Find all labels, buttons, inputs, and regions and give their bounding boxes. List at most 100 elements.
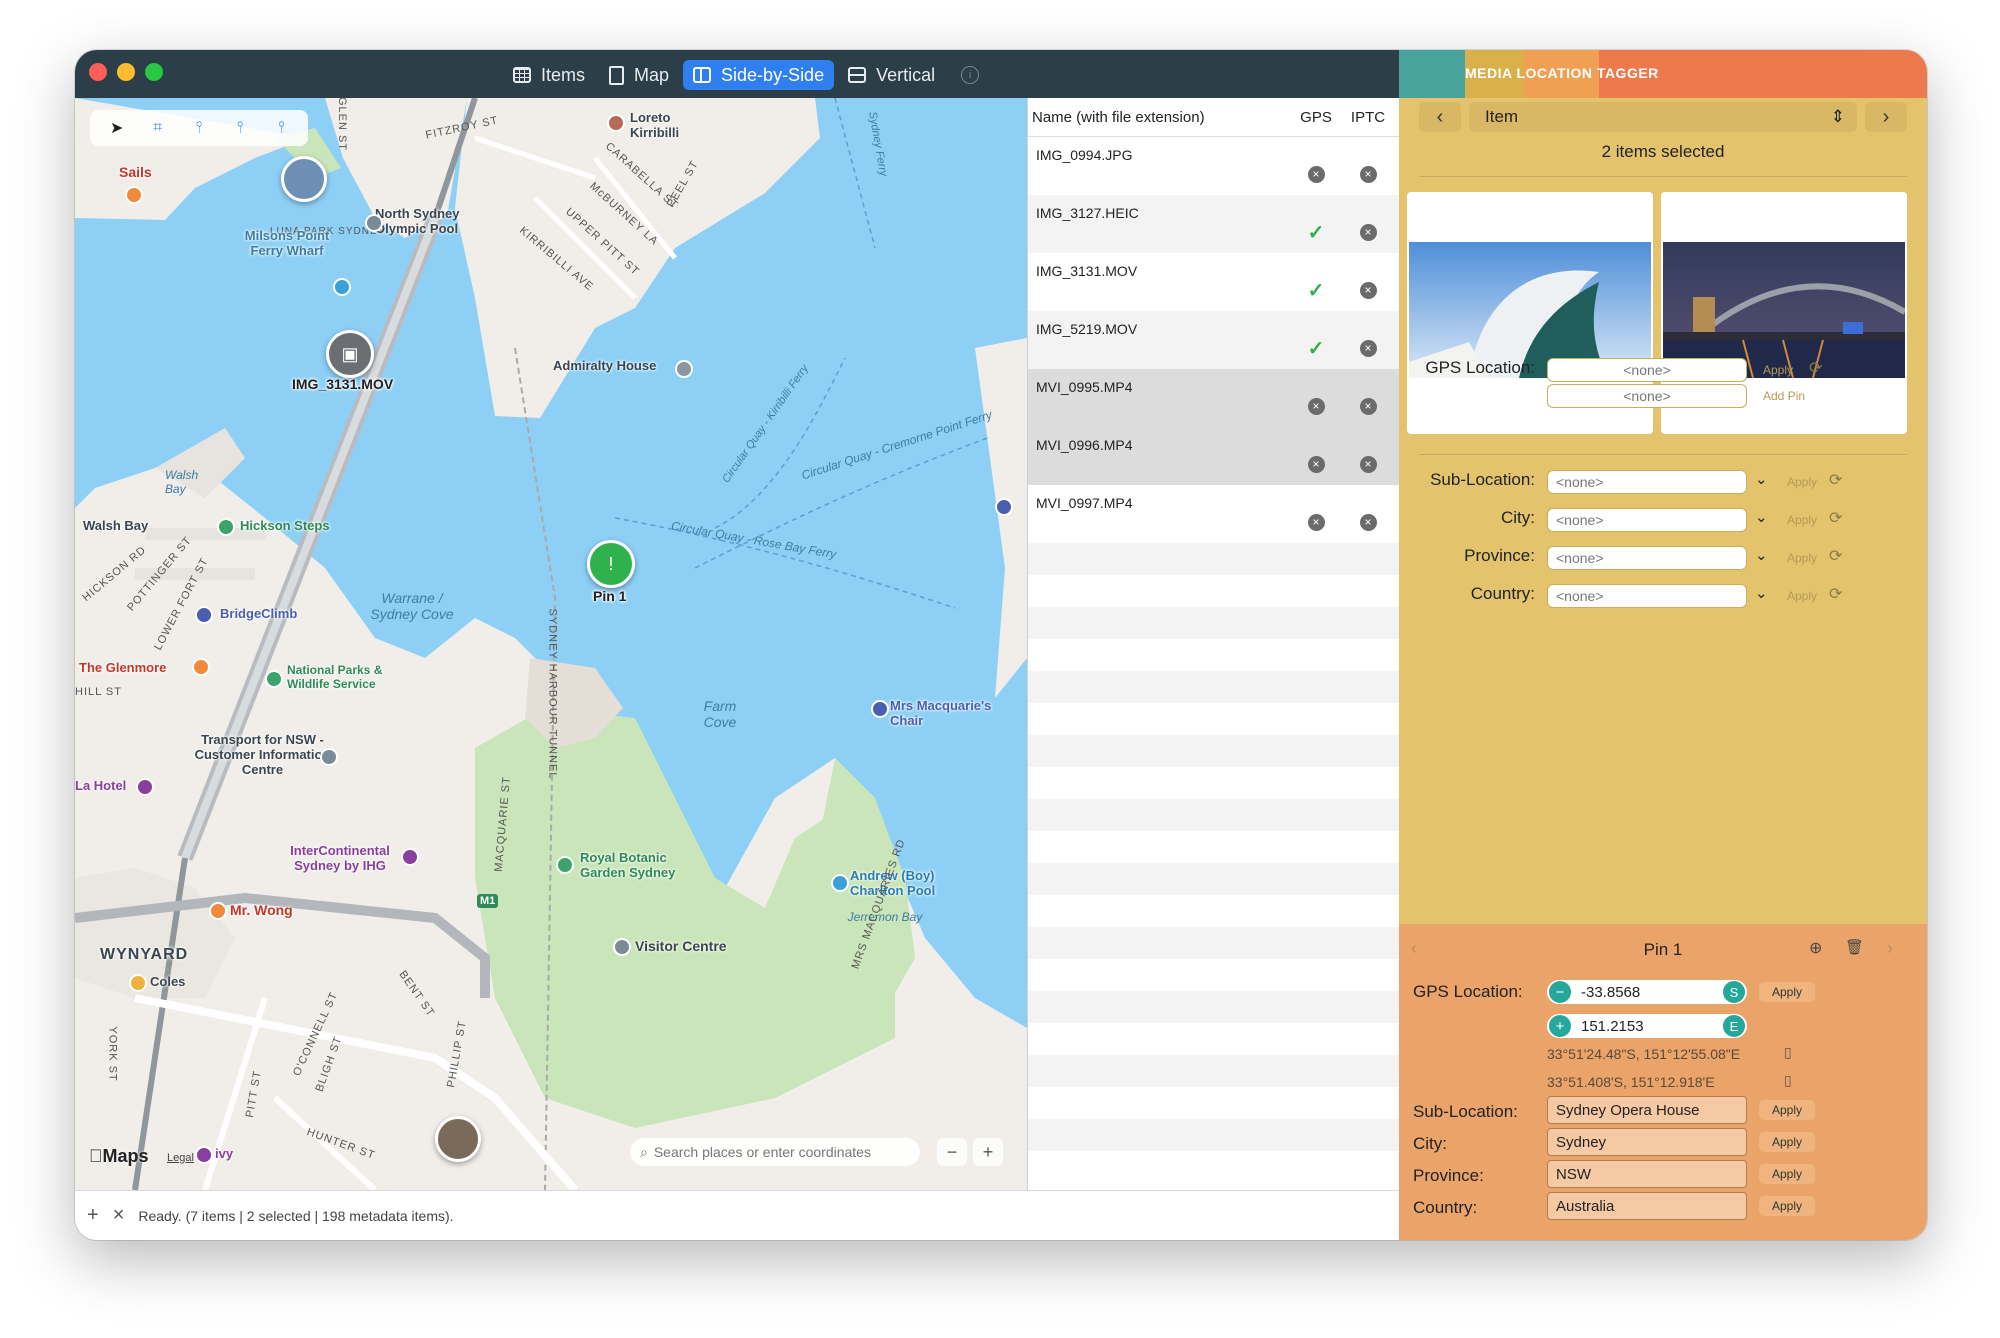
pin-city-apply-button[interactable]: Apply <box>1759 1132 1815 1152</box>
bar-poi-icon[interactable] <box>192 658 210 676</box>
refresh-icon[interactable]: ⟳ <box>1829 470 1842 490</box>
table-row[interactable]: IMG_3127.HEIC ✓ × <box>1028 195 1400 253</box>
star-poi-icon[interactable] <box>995 498 1013 516</box>
file-name-cell: MVI_0995.MP4 <box>1036 379 1133 395</box>
next-pin-chevron-icon[interactable]: › <box>1887 938 1893 959</box>
province-apply-button[interactable]: Apply <box>1787 548 1817 568</box>
refresh-icon[interactable]: ⟳ <box>1809 358 1822 378</box>
zoom-out-button[interactable]: − <box>937 1138 967 1166</box>
ferry-poi-icon[interactable] <box>333 278 351 296</box>
move-pin-tool-icon[interactable]: ⫯ <box>229 117 251 139</box>
hemisphere-south-badge[interactable]: S <box>1723 981 1745 1003</box>
remove-item-button[interactable]: × <box>113 1204 125 1227</box>
pool-poi-icon[interactable] <box>831 874 849 892</box>
pin-province-field[interactable]: NSW <box>1547 1160 1747 1188</box>
pin-longitude-field[interactable]: + 151.2153 E <box>1547 1014 1747 1038</box>
museum-photo-icon[interactable] <box>435 1116 481 1162</box>
remove-pin-tool-icon[interactable]: ⫯ <box>270 117 292 139</box>
school-poi-icon[interactable] <box>607 114 625 132</box>
table-row[interactable]: MVI_0995.MP4 × × <box>1028 369 1400 427</box>
refresh-icon[interactable]: ⟳ <box>1829 546 1842 566</box>
crop-tool-icon[interactable]: ⌗ <box>147 117 169 139</box>
pin-marker-icon[interactable]: ! <box>587 540 635 588</box>
add-item-button[interactable]: + <box>87 1204 99 1227</box>
chevron-down-icon[interactable]: ⌄ <box>1755 584 1768 602</box>
previous-pin-chevron-icon[interactable]: ‹ <box>1411 938 1417 959</box>
media-marker-photo-icon[interactable]: ▣ <box>326 330 374 378</box>
legal-link[interactable]: Legal <box>167 1152 194 1164</box>
sub-location-apply-button[interactable]: Apply <box>1787 472 1817 492</box>
item-selector[interactable]: Item ⇕ <box>1469 102 1857 132</box>
pin-sub-location-field[interactable]: Sydney Opera House <box>1547 1096 1747 1124</box>
restaurant-poi-icon[interactable] <box>125 186 143 204</box>
hemisphere-east-badge[interactable]: E <box>1723 1015 1745 1037</box>
chevron-down-icon[interactable]: ⌄ <box>1755 546 1768 564</box>
pin-latitude-field[interactable]: − -33.8568 S <box>1547 980 1747 1004</box>
table-row[interactable]: MVI_0997.MP4 × × <box>1028 485 1400 543</box>
clipboard-icon[interactable]: ▯ <box>1784 1044 1792 1061</box>
segment-vertical[interactable]: Vertical <box>838 60 945 90</box>
map-search-field[interactable]: ⌕ Search places or enter coordinates <box>630 1138 920 1166</box>
info-icon[interactable]: i <box>961 66 980 84</box>
column-header-iptc[interactable]: IPTC <box>1342 109 1394 126</box>
hotel-poi-icon[interactable] <box>136 778 154 796</box>
next-item-button[interactable]: › <box>1865 102 1907 132</box>
country-apply-button[interactable]: Apply <box>1787 586 1817 606</box>
pool-poi-icon[interactable] <box>365 214 383 232</box>
table-row[interactable]: IMG_3131.MOV ✓ × <box>1028 253 1400 311</box>
landmark-poi-icon[interactable] <box>675 360 693 378</box>
table-row[interactable]: IMG_0994.JPG × × <box>1028 137 1400 195</box>
chevron-down-icon[interactable]: ⌄ <box>1755 470 1768 488</box>
chevron-down-icon[interactable]: ⌄ <box>1755 508 1768 526</box>
pin-gps-apply-button[interactable]: Apply <box>1759 982 1815 1002</box>
hotel-poi-icon[interactable] <box>401 848 419 866</box>
pin-province-apply-button[interactable]: Apply <box>1759 1164 1815 1184</box>
star-poi-icon[interactable] <box>195 606 213 624</box>
pointer-tool-icon[interactable]: ➤ <box>106 117 128 139</box>
garden-poi-icon[interactable] <box>556 856 574 874</box>
table-row[interactable]: IMG_5219.MOV ✓ × <box>1028 311 1400 369</box>
gps-latitude-field[interactable]: <none> <box>1547 358 1747 382</box>
park-poi-icon[interactable] <box>265 670 283 688</box>
info-poi-icon[interactable] <box>613 938 631 956</box>
star-poi-icon[interactable] <box>871 700 889 718</box>
gps-longitude-field[interactable]: <none> <box>1547 384 1747 408</box>
column-header-gps[interactable]: GPS <box>1290 109 1342 126</box>
restaurant-poi-icon[interactable] <box>209 902 227 920</box>
map-view[interactable]: Sails LUNA PARK SYDNEY Milsons Point Fer… <box>75 98 1027 1190</box>
pin-country-field[interactable]: Australia <box>1547 1192 1747 1220</box>
segment-side-by-side[interactable]: Side-by-Side <box>683 60 835 90</box>
luna-park-photo-icon[interactable] <box>281 156 327 202</box>
gps-apply-button[interactable]: Apply <box>1763 360 1793 380</box>
clipboard-icon[interactable]: ▯ <box>1784 1072 1792 1089</box>
add-pin-tool-icon[interactable]: ⫯ <box>188 117 210 139</box>
segment-items[interactable]: Items <box>503 60 595 90</box>
pin-country-apply-button[interactable]: Apply <box>1759 1196 1815 1216</box>
trash-icon[interactable]: 🗑 <box>1845 938 1864 956</box>
pin-sub-location-apply-button[interactable]: Apply <box>1759 1100 1815 1120</box>
table-row[interactable]: MVI_0996.MP4 × × <box>1028 427 1400 485</box>
segment-map[interactable]: Map <box>599 60 679 90</box>
minimize-window-button[interactable] <box>117 63 135 81</box>
column-header-name[interactable]: Name (with file extension) <box>1028 109 1290 126</box>
zoom-window-button[interactable] <box>145 63 163 81</box>
previous-item-button[interactable]: ‹ <box>1419 102 1461 132</box>
park-poi-icon[interactable] <box>217 518 235 536</box>
zoom-in-button[interactable]: + <box>973 1138 1003 1166</box>
city-apply-button[interactable]: Apply <box>1787 510 1817 530</box>
add-pin-button[interactable]: Add Pin <box>1763 386 1805 406</box>
sub-location-field[interactable]: <none> <box>1547 470 1747 494</box>
country-field[interactable]: <none> <box>1547 584 1747 608</box>
refresh-icon[interactable]: ⟳ <box>1829 584 1842 604</box>
close-window-button[interactable] <box>89 63 107 81</box>
locate-pin-icon[interactable]: ⊕ <box>1809 938 1822 958</box>
city-field[interactable]: <none> <box>1547 508 1747 532</box>
info-poi-icon[interactable] <box>320 748 338 766</box>
pin-city-field[interactable]: Sydney <box>1547 1128 1747 1156</box>
province-field[interactable]: <none> <box>1547 546 1747 570</box>
minus-sign-icon[interactable]: − <box>1549 981 1571 1003</box>
plus-sign-icon[interactable]: + <box>1549 1015 1571 1037</box>
restaurant-poi-icon[interactable] <box>195 1146 213 1164</box>
refresh-icon[interactable]: ⟳ <box>1829 508 1842 528</box>
shop-poi-icon[interactable] <box>129 974 147 992</box>
